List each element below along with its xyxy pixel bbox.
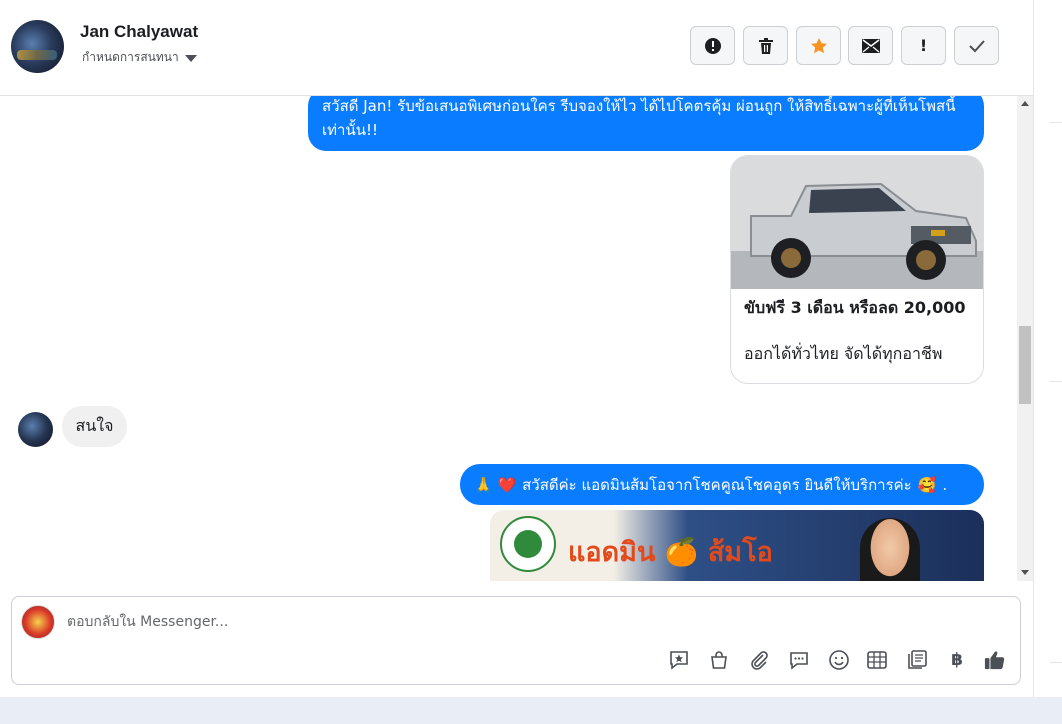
smiling-hearts-emoji: 🥰 bbox=[917, 475, 937, 494]
paperclip-icon[interactable] bbox=[748, 649, 770, 671]
important-button[interactable]: ! bbox=[901, 26, 946, 65]
contact-avatar-small[interactable] bbox=[18, 412, 53, 447]
outgoing-message-text: สวัสดี Jan! รับข้อเสนอพิเศษก่อนใคร รีบจอ… bbox=[322, 97, 956, 139]
greeting-text: สวัสดีค่ะ แอดมินส้มโอจากโชคคูณโชคอุดร ยิ… bbox=[522, 475, 912, 494]
chat-bubble-icon[interactable] bbox=[788, 649, 810, 671]
trash-icon bbox=[758, 37, 773, 54]
chevron-down-icon bbox=[184, 55, 197, 62]
outgoing-greeting-bubble[interactable]: 🙏 ❤️ สวัสดีค่ะ แอดมินส้มโอจากโชคคูณโชคอุ… bbox=[460, 464, 984, 505]
shopping-bag-icon[interactable] bbox=[708, 649, 730, 671]
incoming-message-text: สนใจ bbox=[75, 416, 114, 435]
reply-input[interactable] bbox=[65, 609, 969, 635]
status-label: กำหนดการสนทนา bbox=[82, 50, 179, 64]
thread-scrollbar[interactable] bbox=[1017, 96, 1033, 581]
divider bbox=[1050, 381, 1062, 382]
scroll-up-arrow-icon[interactable] bbox=[1021, 101, 1029, 106]
admin-photo bbox=[860, 518, 920, 581]
star-reply-icon[interactable] bbox=[668, 649, 690, 671]
check-icon bbox=[968, 39, 985, 52]
incoming-message-bubble[interactable]: สนใจ bbox=[62, 406, 127, 447]
delete-button[interactable] bbox=[743, 26, 788, 65]
right-side-strip bbox=[1033, 0, 1062, 697]
pickup-truck-image bbox=[731, 156, 983, 289]
contact-avatar[interactable] bbox=[11, 20, 64, 73]
admin-banner-image[interactable]: แอดมิน 🍊 ส้มโอ bbox=[490, 510, 984, 581]
star-button[interactable] bbox=[796, 26, 841, 65]
baht-icon[interactable]: ฿ bbox=[946, 649, 968, 671]
dealer-logo bbox=[500, 516, 556, 572]
promo-card-title: ขับฟรี 3 เดือน หรือลด 20,000 bbox=[744, 298, 966, 317]
conversation-header: Jan Chalyawat กำหนดการสนทนา ! bbox=[0, 0, 1033, 96]
greeting-trailing: . bbox=[942, 475, 948, 494]
page-avatar bbox=[21, 605, 55, 639]
emoji-icon[interactable] bbox=[828, 649, 850, 671]
promo-card[interactable]: ขับฟรี 3 เดือน หรือลด 20,000 ออกได้ทั่วไ… bbox=[730, 155, 984, 384]
done-button[interactable] bbox=[954, 26, 999, 65]
contact-name[interactable]: Jan Chalyawat bbox=[80, 22, 198, 42]
scrollbar-thumb[interactable] bbox=[1019, 326, 1031, 404]
scroll-down-arrow-icon[interactable] bbox=[1021, 570, 1029, 575]
conversation-status-dropdown[interactable]: กำหนดการสนทนา bbox=[82, 48, 197, 67]
mail-icon bbox=[861, 38, 880, 53]
mail-button[interactable] bbox=[848, 26, 893, 65]
pray-heart-emoji: 🙏 ❤️ bbox=[474, 475, 517, 494]
promo-card-subtitle: ออกได้ทั่วไทย จัดได้ทุกอาชีพ bbox=[744, 344, 943, 363]
conversation-panel: Jan Chalyawat กำหนดการสนทนา ! สวัสดี Jan… bbox=[0, 0, 1033, 697]
banner-title: แอดมิน 🍊 ส้มโอ bbox=[568, 537, 773, 568]
report-button[interactable] bbox=[690, 26, 735, 65]
reply-composer: ฿ bbox=[11, 596, 1021, 685]
truck-illustration bbox=[731, 156, 983, 289]
important-icon: ! bbox=[919, 36, 928, 55]
divider bbox=[1050, 662, 1062, 663]
star-icon bbox=[810, 37, 827, 53]
report-icon bbox=[704, 37, 721, 54]
divider bbox=[1050, 122, 1062, 123]
message-thread[interactable]: สวัสดี Jan! รับข้อเสนอพิเศษก่อนใคร รีบจอ… bbox=[0, 96, 1017, 581]
outgoing-message-bubble[interactable]: สวัสดี Jan! รับข้อเสนอพิเศษก่อนใคร รีบจอ… bbox=[308, 96, 984, 151]
document-icon[interactable] bbox=[906, 649, 928, 671]
like-icon[interactable] bbox=[984, 649, 1006, 671]
calendar-grid-icon[interactable] bbox=[866, 649, 888, 671]
